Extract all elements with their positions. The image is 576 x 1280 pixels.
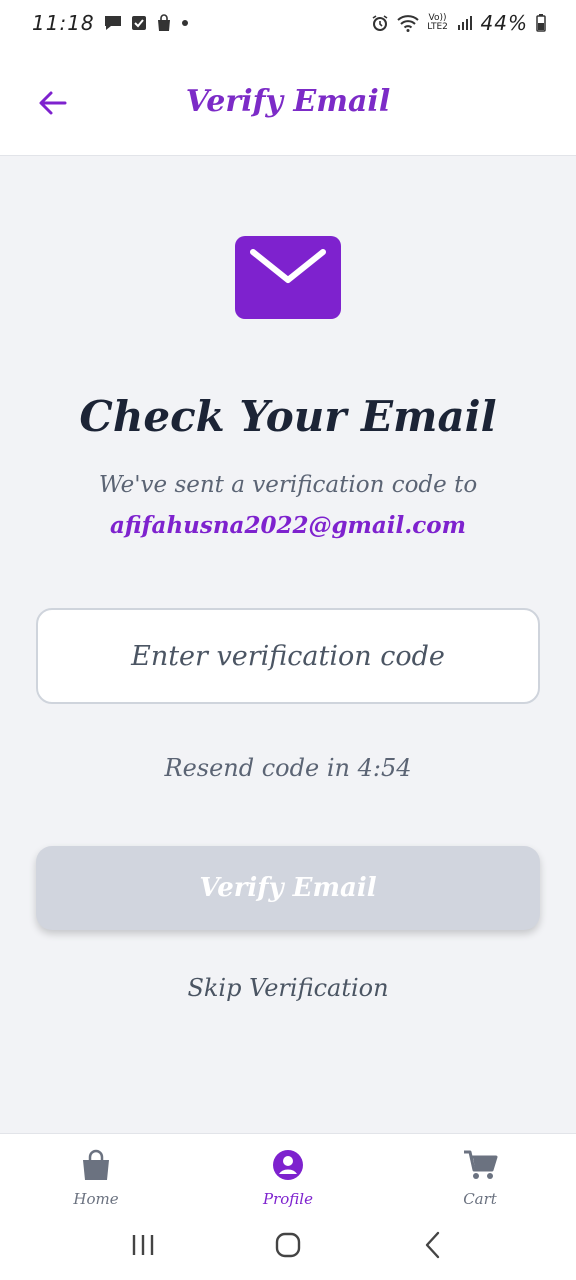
dot-icon	[181, 19, 189, 27]
home-circle-icon	[275, 1232, 301, 1262]
recent-apps-button[interactable]	[113, 1222, 173, 1272]
email-address: afifahusna2022@gmail.com	[110, 512, 466, 539]
bottom-nav: Home Profile Cart	[0, 1133, 576, 1213]
battery-percent: 44%	[480, 11, 528, 35]
page-title: Verify Email	[185, 84, 391, 119]
verification-subtext: We've sent a verification code to	[98, 472, 478, 498]
skip-verification-link[interactable]: Skip Verification	[0, 974, 576, 1002]
app-bar: Verify Email	[0, 46, 576, 156]
status-left: 11:18	[32, 11, 189, 35]
nav-label-home: Home	[73, 1190, 119, 1208]
chevron-left-icon	[423, 1231, 443, 1263]
back-system-button[interactable]	[403, 1222, 463, 1272]
nav-item-home[interactable]: Home	[0, 1134, 192, 1213]
verification-code-input[interactable]	[36, 608, 540, 704]
envelope-icon	[235, 236, 341, 319]
status-time: 11:18	[32, 11, 95, 35]
wifi-icon	[396, 14, 419, 32]
chat-icon	[103, 14, 123, 32]
shopping-bag-status-icon	[155, 14, 173, 32]
resend-countdown: Resend code in 4:54	[164, 754, 412, 782]
nav-label-cart: Cart	[463, 1190, 497, 1208]
system-nav-bar	[0, 1213, 576, 1280]
user-circle-icon	[271, 1148, 305, 1186]
nav-label-profile: Profile	[263, 1190, 313, 1208]
nav-item-cart[interactable]: Cart	[384, 1134, 576, 1213]
verify-email-button[interactable]: Verify Email	[36, 846, 540, 930]
status-right: Vo)) LTE2 44%	[371, 11, 546, 35]
recent-apps-icon	[130, 1233, 156, 1261]
cart-icon	[462, 1148, 498, 1186]
checkbox-icon	[131, 15, 147, 31]
status-bar: 11:18 Vo)) LTE2 44%	[0, 0, 576, 46]
battery-icon	[536, 14, 546, 32]
alarm-icon	[371, 14, 389, 32]
shopping-bag-icon	[79, 1148, 113, 1186]
home-system-button[interactable]	[258, 1222, 318, 1272]
headline: Check Your Email	[79, 392, 497, 441]
network-label: Vo)) LTE2	[427, 13, 448, 32]
nav-item-profile[interactable]: Profile	[192, 1134, 384, 1213]
signal-icon	[457, 15, 473, 31]
